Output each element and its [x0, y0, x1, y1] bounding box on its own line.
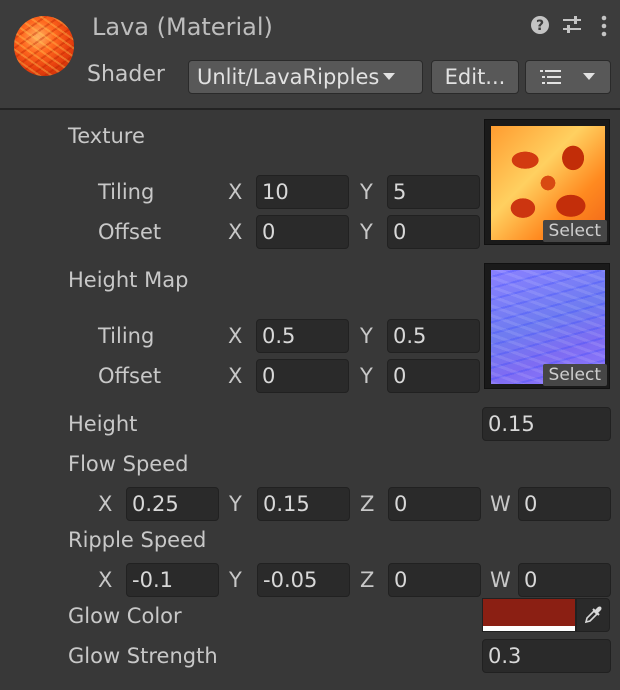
height-field[interactable]: 0.15: [482, 407, 611, 441]
flow-speed-label: Flow Speed: [68, 452, 189, 476]
ripple-speed-x-field[interactable]: -0.1: [126, 563, 219, 597]
texture-tiling-y-axis: Y: [360, 180, 373, 204]
shader-value: Unlit/LavaRipples: [197, 65, 380, 89]
flow-speed-z-field[interactable]: 0: [388, 487, 481, 521]
texture-tiling-label: Tiling: [98, 180, 155, 204]
flow-speed-x-field[interactable]: 0.25: [126, 487, 219, 521]
height-map-slot[interactable]: Select: [484, 263, 610, 389]
height-map-label: Height Map: [68, 268, 189, 292]
flow-speed-z-axis: Z: [360, 492, 375, 516]
chevron-down-icon: [382, 72, 396, 82]
flow-speed-x-axis: X: [98, 492, 113, 516]
ripple-speed-label: Ripple Speed: [68, 528, 207, 552]
svg-text:?: ?: [536, 18, 544, 34]
texture-select-button[interactable]: Select: [542, 220, 607, 242]
height-map-offset-x-field[interactable]: 0: [256, 359, 349, 393]
height-map-tiling-x-axis: X: [228, 324, 243, 348]
shader-label: Shader: [87, 62, 165, 87]
height-map-select-button[interactable]: Select: [542, 364, 607, 386]
height-map-tiling-x-field[interactable]: 0.5: [256, 319, 349, 353]
ripple-speed-x-axis: X: [98, 568, 113, 592]
material-header: Lava (Material) ? Shader Unlit/LavaRippl…: [0, 0, 620, 110]
glow-strength-field[interactable]: 0.3: [482, 639, 611, 673]
height-map-tiling-y-axis: Y: [360, 324, 373, 348]
flow-speed-w-axis: W: [490, 492, 511, 516]
kebab-menu-icon[interactable]: [600, 15, 608, 42]
ripple-speed-y-field[interactable]: -0.05: [257, 563, 350, 597]
texture-label: Texture: [68, 124, 145, 148]
texture-offset-y-field[interactable]: 0: [387, 215, 480, 249]
texture-offset-x-axis: X: [228, 220, 243, 244]
help-icon[interactable]: ?: [530, 15, 550, 40]
flow-speed-y-axis: Y: [229, 492, 242, 516]
chevron-down-icon: [582, 72, 596, 82]
material-preview-sphere: [14, 16, 74, 76]
texture-offset-label: Offset: [98, 220, 162, 244]
ripple-speed-z-axis: Z: [360, 568, 375, 592]
glow-color-swatch[interactable]: [482, 598, 576, 632]
height-map-offset-y-field[interactable]: 0: [387, 359, 480, 393]
height-map-offset-label: Offset: [98, 364, 162, 388]
edit-shader-button[interactable]: Edit...: [431, 60, 519, 94]
edit-button-label: Edit...: [444, 65, 506, 89]
presets-sliders-icon[interactable]: [561, 15, 583, 40]
texture-tiling-y-field[interactable]: 5: [387, 175, 480, 209]
height-map-tiling-y-field[interactable]: 0.5: [387, 319, 480, 353]
eyedropper-button[interactable]: [576, 598, 610, 632]
list-icon: [540, 69, 562, 85]
ripple-speed-z-field[interactable]: 0: [388, 563, 481, 597]
texture-offset-x-field[interactable]: 0: [256, 215, 349, 249]
glow-strength-label: Glow Strength: [68, 644, 218, 668]
eyedropper-icon: [583, 605, 603, 625]
texture-slot[interactable]: Select: [484, 119, 610, 245]
texture-offset-y-axis: Y: [360, 220, 373, 244]
height-map-offset-x-axis: X: [228, 364, 243, 388]
height-label: Height: [68, 412, 138, 436]
ripple-speed-w-axis: W: [490, 568, 511, 592]
flow-speed-w-field[interactable]: 0: [518, 487, 611, 521]
glow-color-label: Glow Color: [68, 604, 182, 628]
texture-tiling-x-field[interactable]: 10: [256, 175, 349, 209]
height-map-tiling-label: Tiling: [98, 324, 155, 348]
ripple-speed-y-axis: Y: [229, 568, 242, 592]
ripple-speed-w-field[interactable]: 0: [518, 563, 611, 597]
shader-dropdown[interactable]: Unlit/LavaRipples: [188, 60, 423, 94]
texture-tiling-x-axis: X: [228, 180, 243, 204]
material-options-dropdown[interactable]: [525, 60, 611, 94]
material-title: Lava (Material): [92, 13, 273, 41]
flow-speed-y-field[interactable]: 0.15: [257, 487, 350, 521]
height-map-offset-y-axis: Y: [360, 364, 373, 388]
